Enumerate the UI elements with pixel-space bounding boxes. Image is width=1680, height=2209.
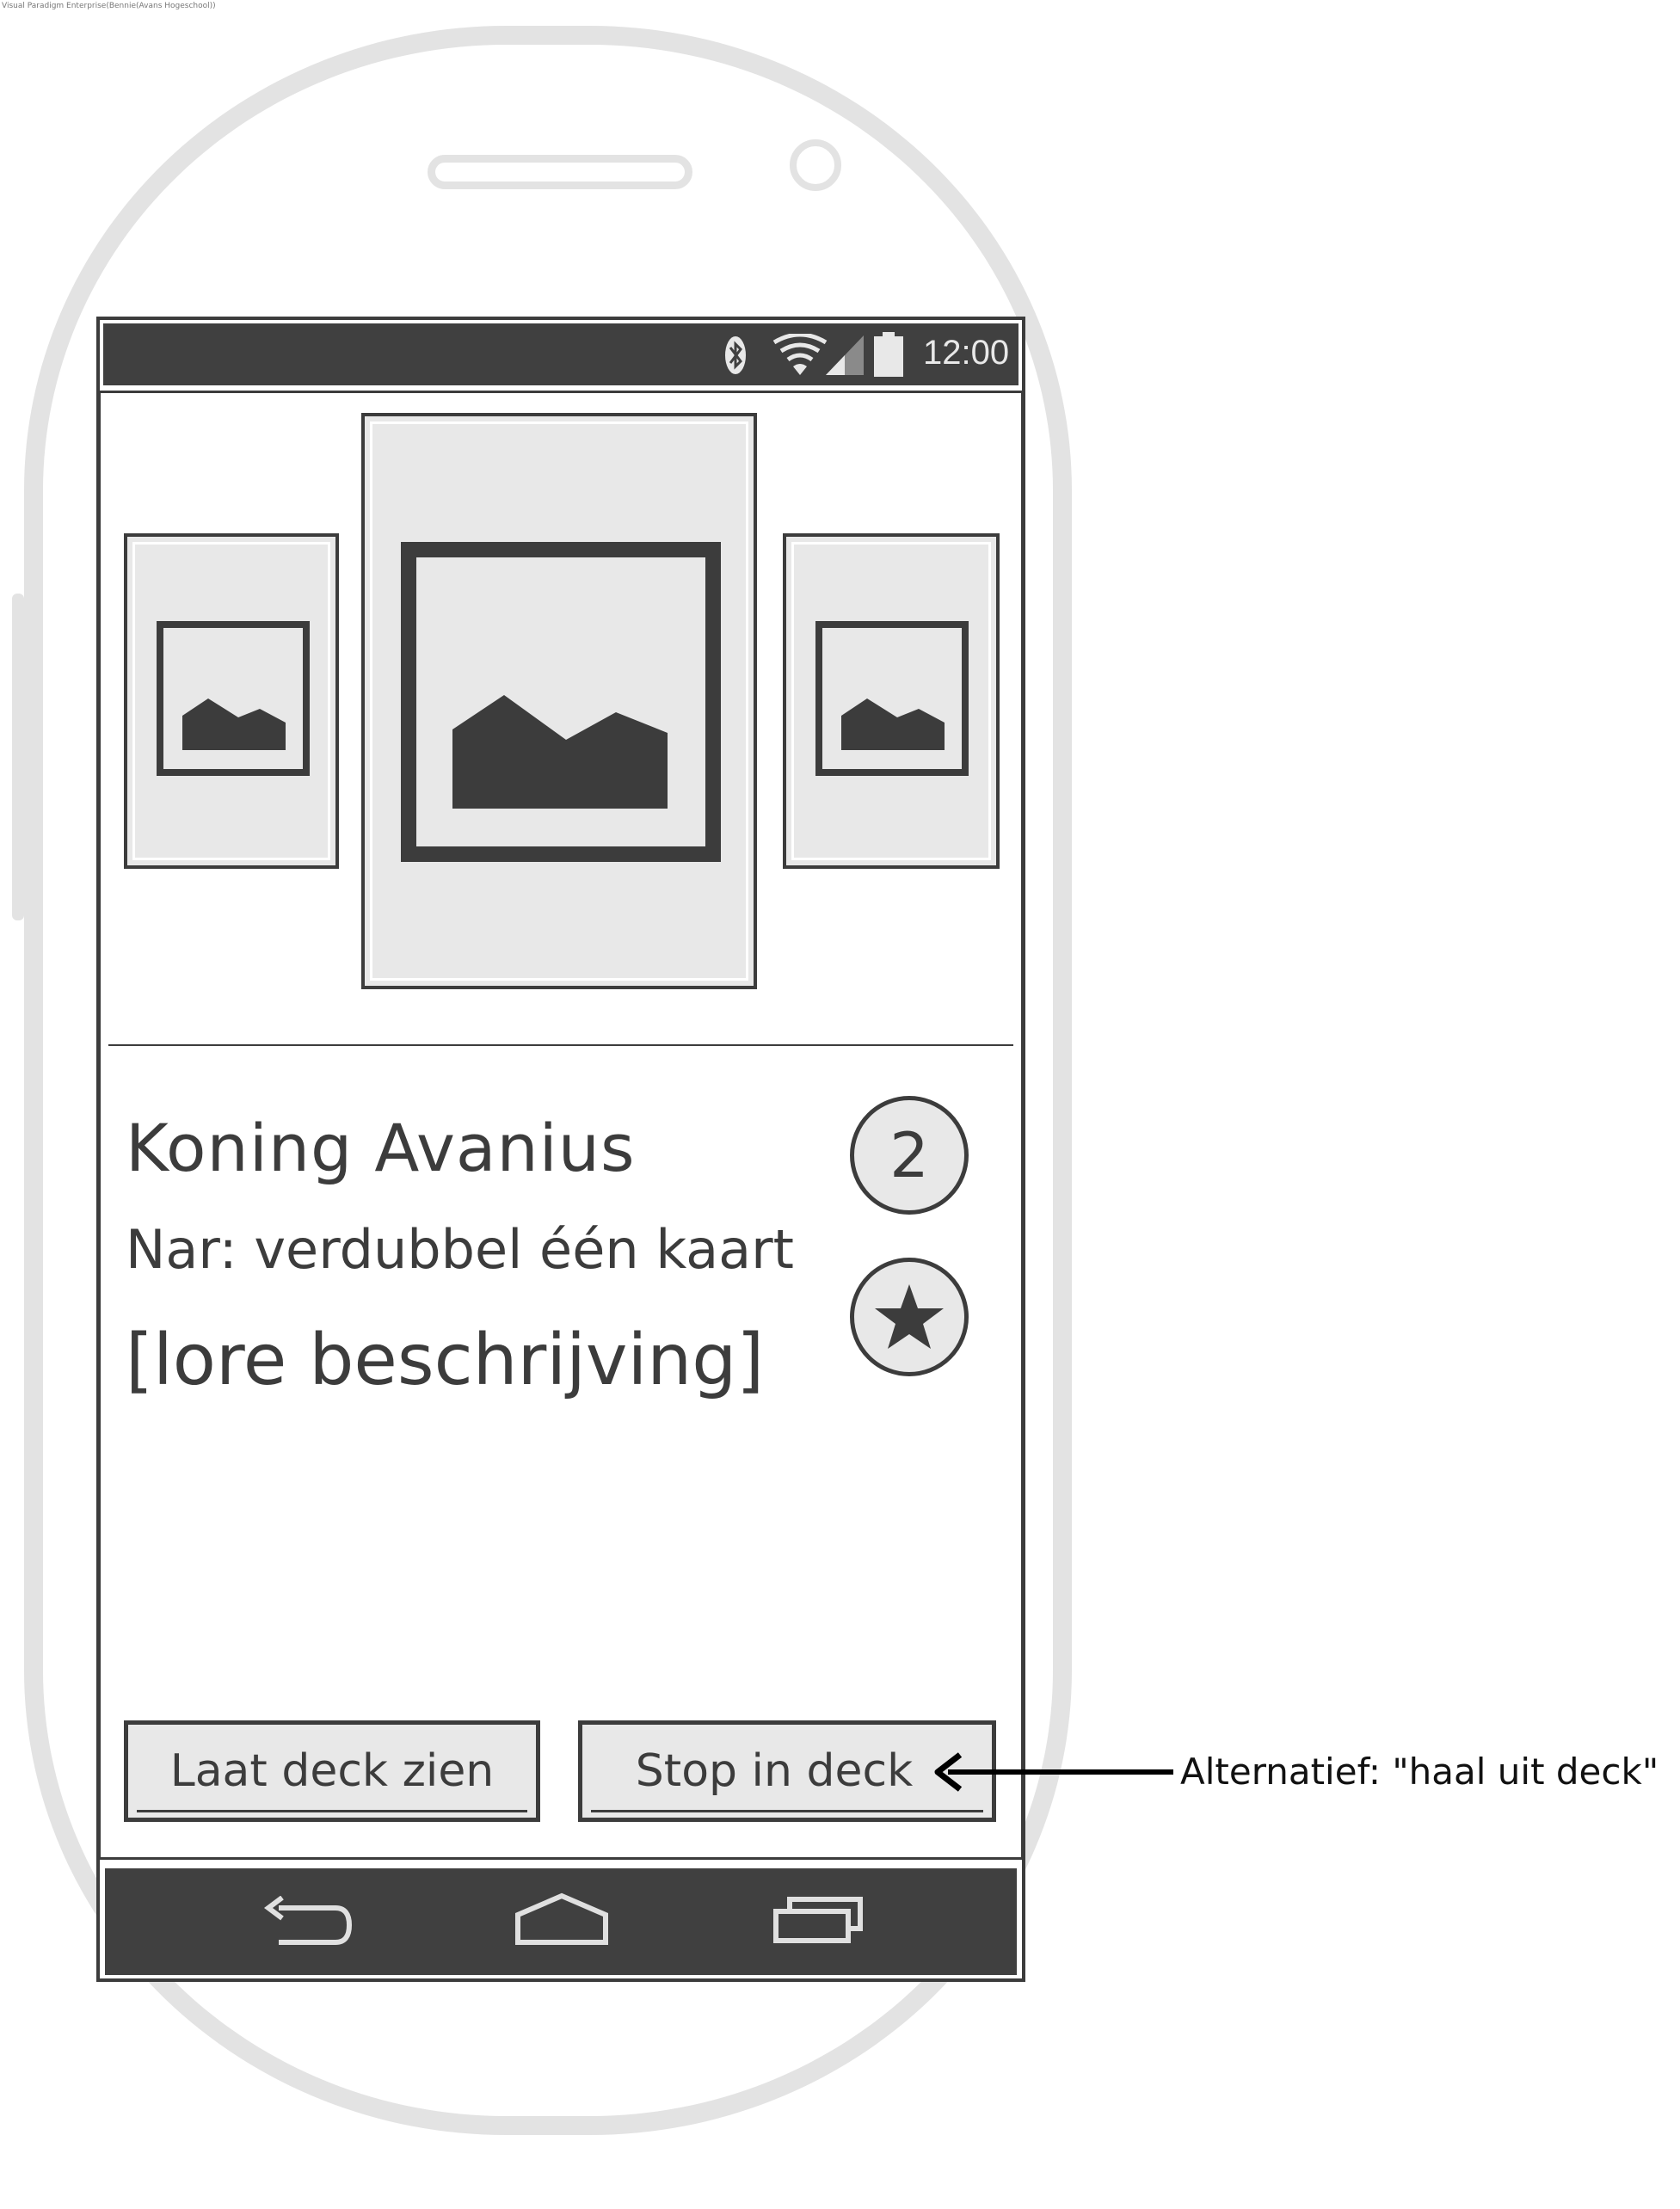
back-icon[interactable]	[262, 1896, 353, 1946]
favorite-button[interactable]	[850, 1258, 969, 1376]
card-title: Koning Avanius	[126, 1110, 636, 1186]
signal-icon	[826, 335, 864, 375]
card-lore: [lore beschrijving]	[126, 1320, 765, 1401]
image-placeholder-icon	[157, 621, 310, 776]
battery-icon	[874, 332, 903, 377]
phone-speaker	[428, 155, 692, 189]
recent-apps-icon[interactable]	[772, 1896, 864, 1944]
card-ability: Nar: verdubbel één kaart	[126, 1218, 794, 1281]
phone-camera	[790, 139, 841, 191]
show-deck-button[interactable]: Laat deck zien	[124, 1720, 540, 1822]
wifi-icon	[772, 334, 828, 375]
card-count: 2	[889, 1119, 929, 1191]
card-count-badge[interactable]: 2	[850, 1096, 969, 1215]
carousel-item-current[interactable]	[361, 413, 757, 989]
annotation-arrow	[934, 1752, 1173, 1792]
home-icon[interactable]	[514, 1892, 609, 1946]
image-placeholder-icon	[815, 621, 969, 776]
status-time: 12:00	[923, 334, 1010, 372]
watermark: Visual Paradigm Enterprise(Bennie(Avans …	[2, 2, 216, 10]
add-to-deck-label: Stop in deck	[635, 1745, 914, 1797]
carousel-item-next[interactable]	[783, 533, 1000, 869]
bluetooth-icon	[725, 336, 746, 374]
show-deck-label: Laat deck zien	[169, 1745, 495, 1797]
phone-side-button	[12, 594, 24, 920]
annotation-text: Alternatief: "haal uit deck"	[1180, 1751, 1659, 1793]
carousel-item-previous[interactable]	[124, 533, 339, 869]
star-icon	[875, 1284, 944, 1349]
image-placeholder-icon	[401, 542, 721, 862]
divider	[108, 1044, 1013, 1046]
